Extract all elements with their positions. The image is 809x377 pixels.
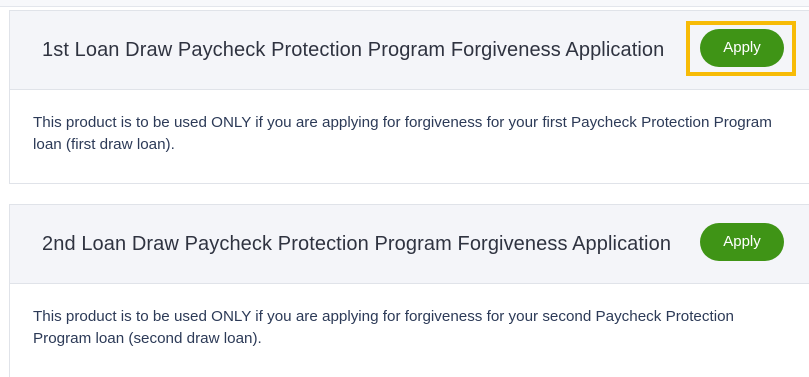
product-description: This product is to be used ONLY if you a… — [33, 308, 734, 347]
product-title: 1st Loan Draw Paycheck Protection Progra… — [42, 39, 665, 61]
product-description: This product is to be used ONLY if you a… — [33, 114, 772, 153]
product-list-page: 1st Loan Draw Paycheck Protection Progra… — [0, 0, 809, 377]
product-card-header: 1st Loan Draw Paycheck Protection Progra… — [10, 11, 809, 90]
product-card-header: 2nd Loan Draw Paycheck Protection Progra… — [10, 205, 809, 284]
product-card: 2nd Loan Draw Paycheck Protection Progra… — [9, 204, 809, 377]
previous-card-edge — [0, 0, 809, 7]
apply-button[interactable]: Apply — [700, 223, 784, 261]
apply-button[interactable]: Apply — [700, 29, 784, 67]
product-card: 1st Loan Draw Paycheck Protection Progra… — [9, 10, 809, 184]
product-title: 2nd Loan Draw Paycheck Protection Progra… — [42, 233, 672, 255]
